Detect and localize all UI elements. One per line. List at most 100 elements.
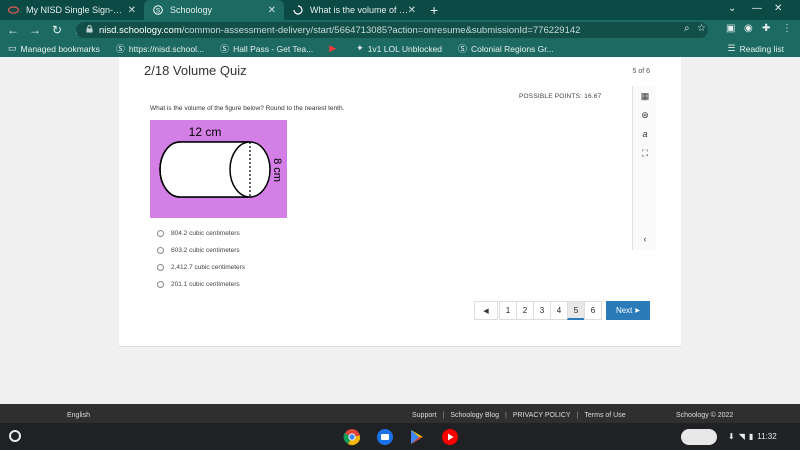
- nisd-logo-icon: [8, 5, 19, 16]
- page-button-5[interactable]: 5: [567, 301, 585, 320]
- bookmark-label: Colonial Regions Gr...: [471, 43, 554, 54]
- bookmark-colonial-regions[interactable]: Ⓢ Colonial Regions Gr...: [458, 42, 554, 55]
- caret-left-icon: ◀: [483, 307, 489, 315]
- folder-icon: ▭: [8, 43, 17, 53]
- copyright: Schoology © 2022: [676, 412, 734, 419]
- quiz-card: 2/18 Volume Quiz 5 of 6 POSSIBLE POINTS:…: [119, 57, 681, 347]
- previous-button[interactable]: ◀: [474, 301, 498, 320]
- url-host: nisd.schoology.com: [99, 24, 182, 36]
- tool-sidebar: ▦ ⊛ a ⛶ ‹: [632, 86, 656, 250]
- files-icon[interactable]: [374, 426, 395, 447]
- page-button-4[interactable]: 4: [550, 301, 568, 320]
- bookmarks-bar: ▭ Managed bookmarks Ⓢ https://nisd.schoo…: [0, 40, 800, 57]
- page-button-6[interactable]: 6: [584, 301, 602, 320]
- question-counter: 5 of 6: [632, 68, 650, 75]
- clock: 11:32: [757, 432, 777, 441]
- footer-link-support[interactable]: Support: [412, 412, 437, 419]
- translate-icon[interactable]: ▣: [726, 23, 735, 34]
- tab-label: What is the volume of the figure: [310, 5, 410, 15]
- radio-button[interactable]: [157, 247, 164, 254]
- answer-option[interactable]: 2,412.7 cubic centimeters: [157, 259, 245, 276]
- answer-option[interactable]: 804.2 cubic centimeters: [157, 225, 245, 242]
- tab-strip: My NISD Single Sign-On Portal ✕ S School…: [0, 0, 800, 20]
- youtube-icon: ▶: [329, 43, 337, 53]
- star-icon[interactable]: ☆: [697, 23, 706, 34]
- bookmark-label: https://nisd.school...: [128, 43, 205, 54]
- accessibility-icon[interactable]: ⊛: [633, 110, 657, 121]
- wifi-icon: ◥: [738, 432, 745, 441]
- text-size-icon[interactable]: a: [633, 129, 657, 139]
- back-icon[interactable]: ←: [4, 23, 22, 37]
- battery-icon: ▮: [748, 432, 754, 441]
- site-footer: English Support | Schoology Blog | PRIVACY P…: [0, 404, 800, 423]
- youtube-icon[interactable]: [439, 426, 460, 447]
- bookmark-hall-pass[interactable]: Ⓢ Hall Pass - Get Tea...: [220, 42, 313, 55]
- svg-text:S: S: [155, 7, 160, 14]
- launcher-icon[interactable]: [9, 430, 21, 442]
- schoology-icon: Ⓢ: [115, 44, 125, 54]
- minimize-icon[interactable]: —: [752, 3, 762, 14]
- more-menu-icon[interactable]: ⋮: [782, 23, 792, 34]
- footer-link-terms[interactable]: Terms of Use: [584, 412, 625, 419]
- browser-toolbar: ← → ↻ ⌂ nisd.schoology.com/common-assess…: [0, 20, 800, 40]
- reading-list-label: Reading list: [739, 43, 784, 54]
- lock-icon: [86, 24, 93, 36]
- url-path: /common-assessment-delivery/start/566471…: [181, 24, 581, 36]
- search-icon[interactable]: ⌕: [684, 23, 690, 34]
- bookmark-youtube[interactable]: ▶: [329, 43, 340, 54]
- new-tab-button[interactable]: +: [430, 2, 438, 18]
- answer-option[interactable]: 603.2 cubic centimeters: [157, 242, 245, 259]
- length-label: 12 cm: [189, 125, 222, 139]
- avatar[interactable]: [681, 429, 717, 445]
- answer-option[interactable]: 201.1 cubic centimeters: [157, 276, 245, 293]
- close-icon[interactable]: ✕: [268, 5, 276, 16]
- tab-question[interactable]: What is the volume of the figure ✕: [284, 0, 424, 20]
- game-icon: ✦: [356, 43, 364, 53]
- status-tray[interactable]: ⬇ ◥ ▮ 11:32: [728, 428, 781, 445]
- chevron-down-icon[interactable]: ⌄: [728, 3, 736, 14]
- answer-label: 2,412.7 cubic centimeters: [171, 264, 246, 271]
- diameter-label: 8 cm: [271, 158, 283, 182]
- extensions-icon[interactable]: ✚: [762, 23, 770, 34]
- close-icon[interactable]: ✕: [128, 5, 136, 16]
- tab-label: My NISD Single Sign-On Portal: [26, 5, 126, 15]
- reload-icon[interactable]: ↻: [48, 23, 66, 37]
- address-bar[interactable]: nisd.schoology.com/common-assessment-del…: [76, 22, 708, 38]
- play-store-icon[interactable]: [406, 426, 427, 447]
- close-icon[interactable]: ✕: [408, 5, 416, 16]
- possible-points: POSSIBLE POINTS: 16.67: [519, 93, 602, 100]
- page-button-2[interactable]: 2: [516, 301, 534, 320]
- bookmark-managed[interactable]: ▭ Managed bookmarks: [8, 43, 100, 54]
- next-button[interactable]: Next ▶: [606, 301, 650, 320]
- bookmark-label: Managed bookmarks: [20, 43, 100, 54]
- forward-icon[interactable]: →: [26, 23, 44, 37]
- os-shelf: ⬇ ◥ ▮ 11:32: [0, 423, 800, 450]
- collapse-chevron-icon[interactable]: ‹: [633, 234, 657, 244]
- footer-links: Support | Schoology Blog | PRIVACY POLICY | Te…: [412, 412, 626, 419]
- bookmark-1v1-lol[interactable]: ✦ 1v1 LOL Unblocked: [356, 43, 442, 54]
- radio-button[interactable]: [157, 264, 164, 271]
- radio-button[interactable]: [157, 230, 164, 237]
- language-selector[interactable]: English: [67, 412, 90, 419]
- reading-list[interactable]: ☰ Reading list: [728, 43, 785, 54]
- tab-label: Schoology: [170, 5, 213, 15]
- fullscreen-icon[interactable]: ⛶: [633, 148, 657, 159]
- radio-button[interactable]: [157, 281, 164, 288]
- tab-nisd-portal[interactable]: My NISD Single Sign-On Portal ✕: [0, 0, 144, 20]
- question-pager: ◀ 1 2 3 4 5 6 Next ▶: [474, 301, 650, 320]
- caret-right-icon: ▶: [635, 308, 641, 314]
- footer-link-blog[interactable]: Schoology Blog: [450, 412, 499, 419]
- answer-options: 804.2 cubic centimeters 603.2 cubic cent…: [157, 225, 245, 293]
- footer-link-privacy[interactable]: PRIVACY POLICY: [513, 412, 571, 419]
- bookmark-nisd-schoology[interactable]: Ⓢ https://nisd.school...: [116, 42, 204, 55]
- close-window-icon[interactable]: ✕: [774, 3, 782, 14]
- loading-icon: [292, 5, 303, 16]
- page-button-3[interactable]: 3: [533, 301, 551, 320]
- cylinder-figure: 12 cm 8 cm: [150, 120, 287, 218]
- profile-icon[interactable]: ◉: [744, 23, 753, 34]
- page-button-1[interactable]: 1: [499, 301, 517, 320]
- answer-label: 603.2 cubic centimeters: [171, 247, 240, 254]
- calculator-icon[interactable]: ▦: [633, 91, 657, 102]
- chrome-icon[interactable]: [341, 426, 362, 447]
- tab-schoology[interactable]: S Schoology ✕: [144, 0, 284, 20]
